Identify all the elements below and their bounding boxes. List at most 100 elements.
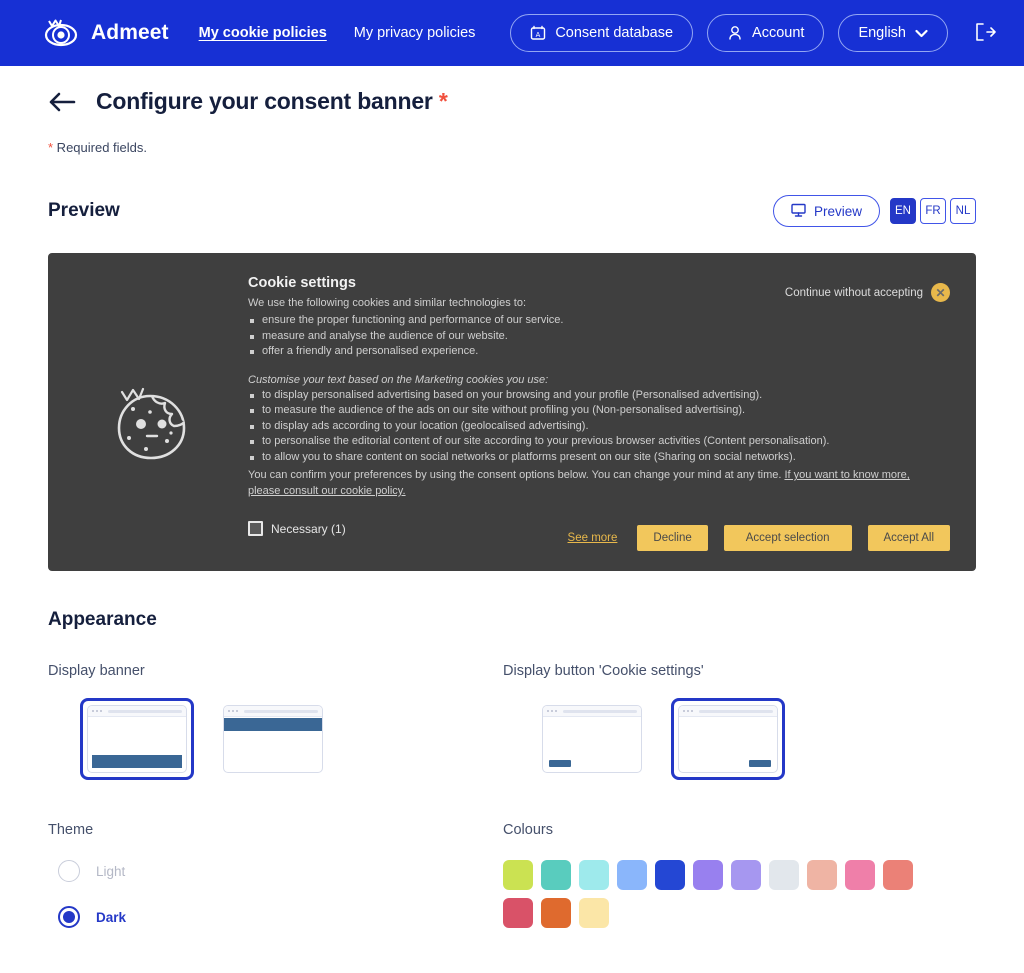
thumbnail-titlebar [88,706,186,717]
user-icon [727,25,743,41]
banner-marketing-bullets: to display personalised advertising base… [248,388,944,466]
colour-swatch[interactable] [883,860,913,890]
page-content: Configure your consent banner * * Requir… [0,88,1024,952]
dot-icon [232,710,234,712]
colour-swatch[interactable] [693,860,723,890]
language-selector[interactable]: English [838,14,948,52]
colour-swatch[interactable] [845,860,875,890]
dot-icon [691,710,693,712]
colour-swatch[interactable] [541,860,571,890]
back-arrow-icon[interactable] [48,92,76,112]
cookie-banner-body: Continue without accepting ✕ Cookie sett… [248,275,950,571]
admeet-eye-crown-icon [44,16,82,50]
dot-icon [100,710,102,712]
logout-button[interactable] [968,18,1002,49]
appearance-row-2: Theme Light Dark Colours [48,822,976,952]
colour-swatch[interactable] [731,860,761,890]
theme-option-light[interactable]: Light [58,860,503,882]
cookie-illustration-area [48,275,248,571]
display-banner-options [48,698,503,780]
banner-band-top [224,718,322,731]
dot-icon [96,710,98,712]
button-position-bottom-right-option[interactable] [671,698,785,780]
mini-cookie-settings-button [549,760,571,767]
theme-option-dark[interactable]: Dark [58,906,503,928]
language-toggle-group: EN FR NL [890,198,976,224]
header-actions: A Consent database Account English [510,14,1002,52]
brand-logo-group[interactable]: Admeet [44,16,169,50]
dot-icon [92,710,94,712]
colour-swatch[interactable] [503,860,533,890]
preview-button[interactable]: Preview [772,195,880,227]
lang-button-fr[interactable]: FR [920,198,946,224]
preview-section-header: Preview Preview EN FR NL [48,195,976,227]
see-more-link[interactable]: See more [568,532,618,544]
theme-radio-list: Light Dark [48,860,503,928]
url-bar [244,709,318,713]
thumbnail-browser [542,705,642,773]
logout-icon [974,22,996,45]
accept-all-button[interactable]: Accept All [867,525,950,551]
nav-my-privacy-policies[interactable]: My privacy policies [354,25,476,41]
banner-position-top-option[interactable] [216,698,330,780]
app-header: Admeet My cookie policies My privacy pol… [0,0,1024,66]
nav-my-cookie-policies[interactable]: My cookie policies [199,25,327,41]
page-title: Configure your consent banner * [96,88,448,114]
brand-name: Admeet [91,21,169,44]
colour-swatch[interactable] [769,860,799,890]
monitor-icon [791,203,806,220]
banner-confirm-text: You can confirm your preferences by usin… [248,469,910,497]
theme-label: Theme [48,822,94,838]
necessary-checkbox[interactable] [248,521,263,536]
colour-swatch[interactable] [579,860,609,890]
colour-swatch[interactable] [541,898,571,928]
thumbnail-browser [223,705,323,773]
url-bar [108,709,182,713]
decline-button[interactable]: Decline [637,525,708,551]
close-icon[interactable]: ✕ [931,283,950,302]
accept-selection-button[interactable]: Accept selection [723,525,852,551]
consent-database-label: Consent database [555,25,674,41]
mini-cookie-settings-button [749,760,771,767]
colour-swatch[interactable] [617,860,647,890]
colour-swatch[interactable] [807,860,837,890]
theme-light-label: Light [96,863,126,879]
list-item: to measure the audience of the ads on ou… [248,403,944,419]
dot-icon [687,710,689,712]
thumbnail-titlebar [679,706,777,717]
colour-swatch[interactable] [503,898,533,928]
preview-button-label: Preview [813,203,862,219]
list-item: measure and analyse the audience of our … [248,329,944,345]
list-item: to allow you to share content on social … [248,450,944,466]
colour-swatch[interactable] [579,898,609,928]
preview-actions: Preview EN FR NL [772,195,976,227]
url-bar [563,709,637,713]
banner-customise-note: Customise your text based on the Marketi… [248,373,549,386]
display-button-label: Display button 'Cookie settings' [503,663,704,679]
database-card-icon: A [530,25,546,41]
primary-nav: My cookie policies My privacy policies [199,25,476,41]
svg-text:A: A [536,32,541,39]
cookie-banner-preview: Continue without accepting ✕ Cookie sett… [48,253,976,571]
account-label: Account [752,25,805,41]
preview-title: Preview [48,200,120,221]
lang-button-nl[interactable]: NL [950,198,976,224]
radio-light[interactable] [58,860,80,882]
theme-group: Theme Light Dark [48,822,503,952]
colour-swatch[interactable] [655,860,685,890]
radio-dark[interactable] [58,906,80,928]
continue-without-accepting-label: Continue without accepting [784,286,923,299]
banner-band-bottom [92,755,182,768]
banner-position-bottom-option[interactable] [80,698,194,780]
language-label: English [858,25,906,41]
banner-intro-bullets: ensure the proper functioning and perfor… [248,313,944,360]
colours-label: Colours [503,822,553,838]
lang-button-en[interactable]: EN [890,198,916,224]
continue-without-accepting[interactable]: Continue without accepting ✕ [785,283,950,302]
button-position-bottom-left-option[interactable] [535,698,649,780]
consent-database-button[interactable]: A Consent database [510,14,694,52]
account-button[interactable]: Account [707,14,825,52]
thumbnail-titlebar [224,706,322,717]
appearance-row-1: Display banner Display button 'Cookie se… [48,663,976,780]
display-banner-group: Display banner [48,663,503,780]
